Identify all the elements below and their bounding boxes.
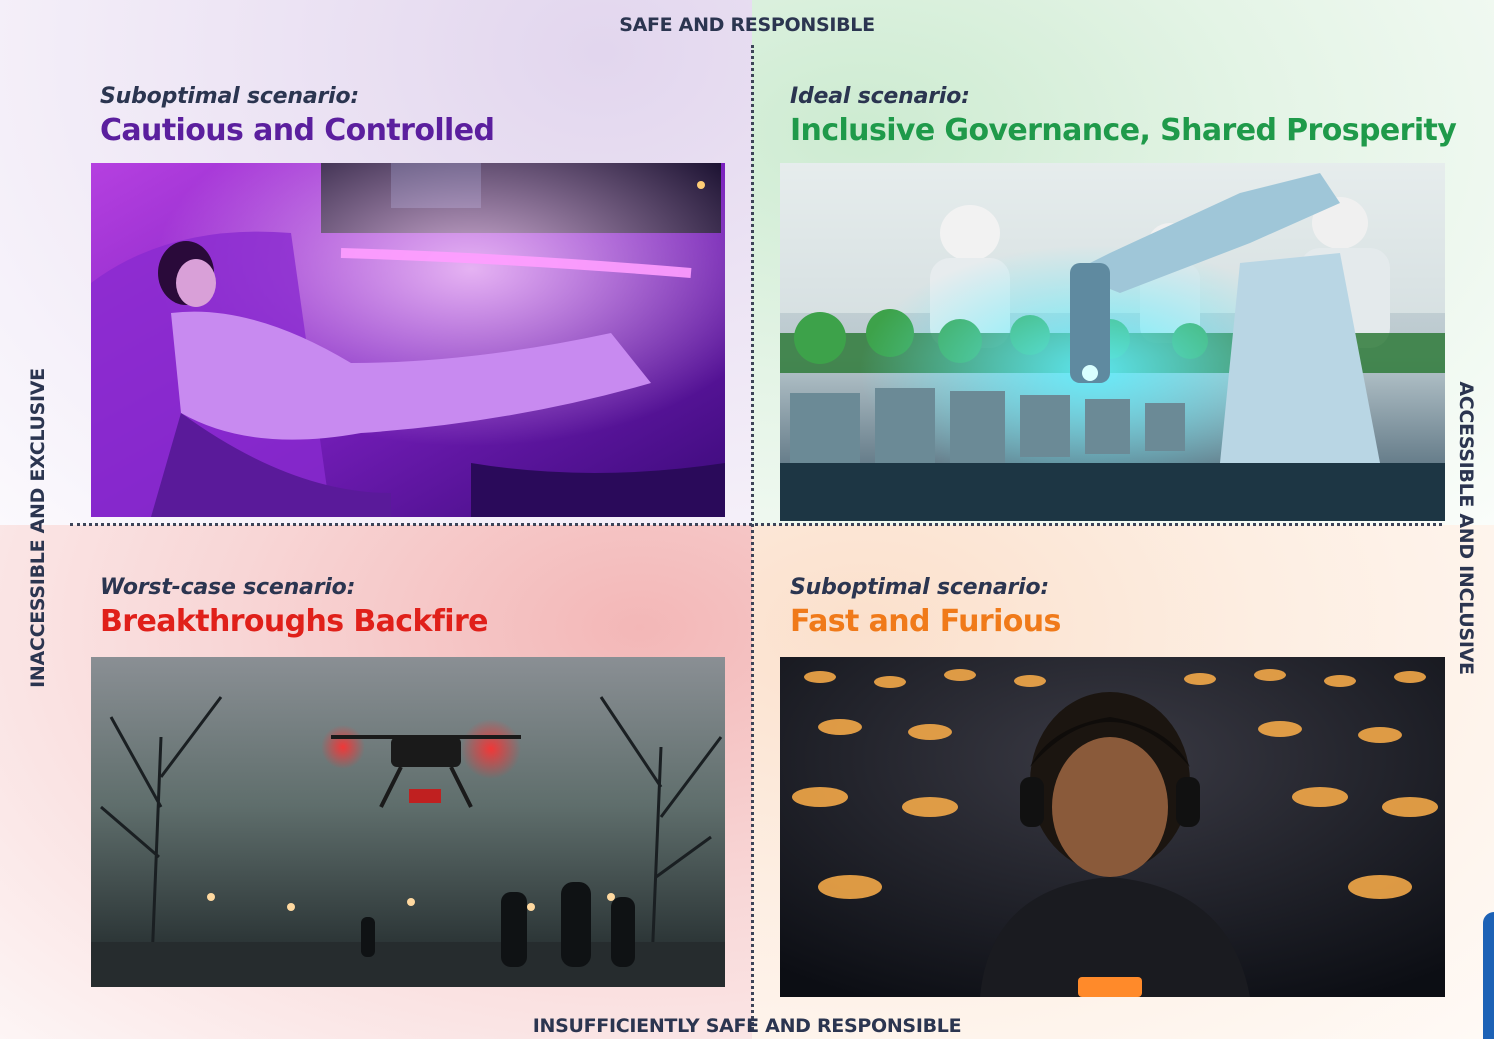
scenario-kicker: Suboptimal scenario: [100,84,360,109]
vertical-axis-divider [751,45,754,1030]
scenario-image-robot-lab [780,163,1445,521]
axis-label-top: SAFE AND RESPONSIBLE [619,14,875,36]
scenario-label-top-left: Suboptimal scenario: Cautious and Contro… [100,84,495,148]
scenario-kicker: Ideal scenario: [790,84,970,109]
scenario-kicker: Suboptimal scenario: [790,575,1050,600]
axis-label-right: ACCESSIBLE AND INCLUSIVE [1455,381,1477,675]
horizontal-axis-divider [70,523,1442,526]
axis-label-left: INACCESSIBLE AND EXCLUSIVE [27,368,49,688]
scenario-title: Breakthroughs Backfire [100,604,489,639]
scenario-label-bottom-right: Suboptimal scenario: Fast and Furious [790,575,1061,639]
scenario-image-car-interior [91,163,725,517]
edge-accent-shape [1483,912,1494,1039]
scenario-title: Fast and Furious [790,604,1061,639]
scenario-title: Cautious and Controlled [100,113,495,148]
scenario-label-bottom-left: Worst-case scenario: Breakthroughs Backf… [100,575,489,639]
axis-label-bottom: INSUFFICIENTLY SAFE AND RESPONSIBLE [532,1015,962,1037]
scenario-kicker: Worst-case scenario: [100,575,356,600]
scenario-label-top-right: Ideal scenario: Inclusive Governance, Sh… [790,84,1457,148]
scenario-image-crowd-visors [780,657,1445,997]
scenario-image-drone-park [91,657,725,987]
scenario-title: Inclusive Governance, Shared Prosperity [790,113,1457,148]
